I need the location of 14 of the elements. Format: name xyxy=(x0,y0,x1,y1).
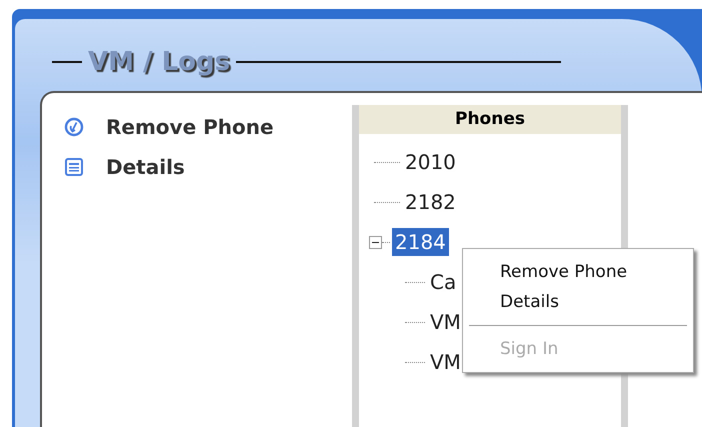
list-window-icon[interactable] xyxy=(64,157,84,177)
tree-item[interactable]: 2182 xyxy=(402,188,459,216)
action-link[interactable]: Details xyxy=(106,155,185,179)
menu-item[interactable]: Details xyxy=(463,287,693,317)
tree-item[interactable]: 2184 xyxy=(392,228,449,256)
collapse-icon[interactable] xyxy=(369,236,382,248)
panel-title: VM / Logs xyxy=(88,47,230,77)
menu-item[interactable]: Remove Phone xyxy=(463,257,693,287)
tree-item[interactable]: VM xyxy=(427,348,464,376)
column-header: Phones xyxy=(359,105,621,134)
tree-item[interactable]: Ca xyxy=(427,268,460,296)
tree-item[interactable]: 2010 xyxy=(402,148,459,176)
tree-item[interactable]: VM xyxy=(427,308,464,336)
action-link[interactable]: Remove Phone xyxy=(106,115,274,139)
